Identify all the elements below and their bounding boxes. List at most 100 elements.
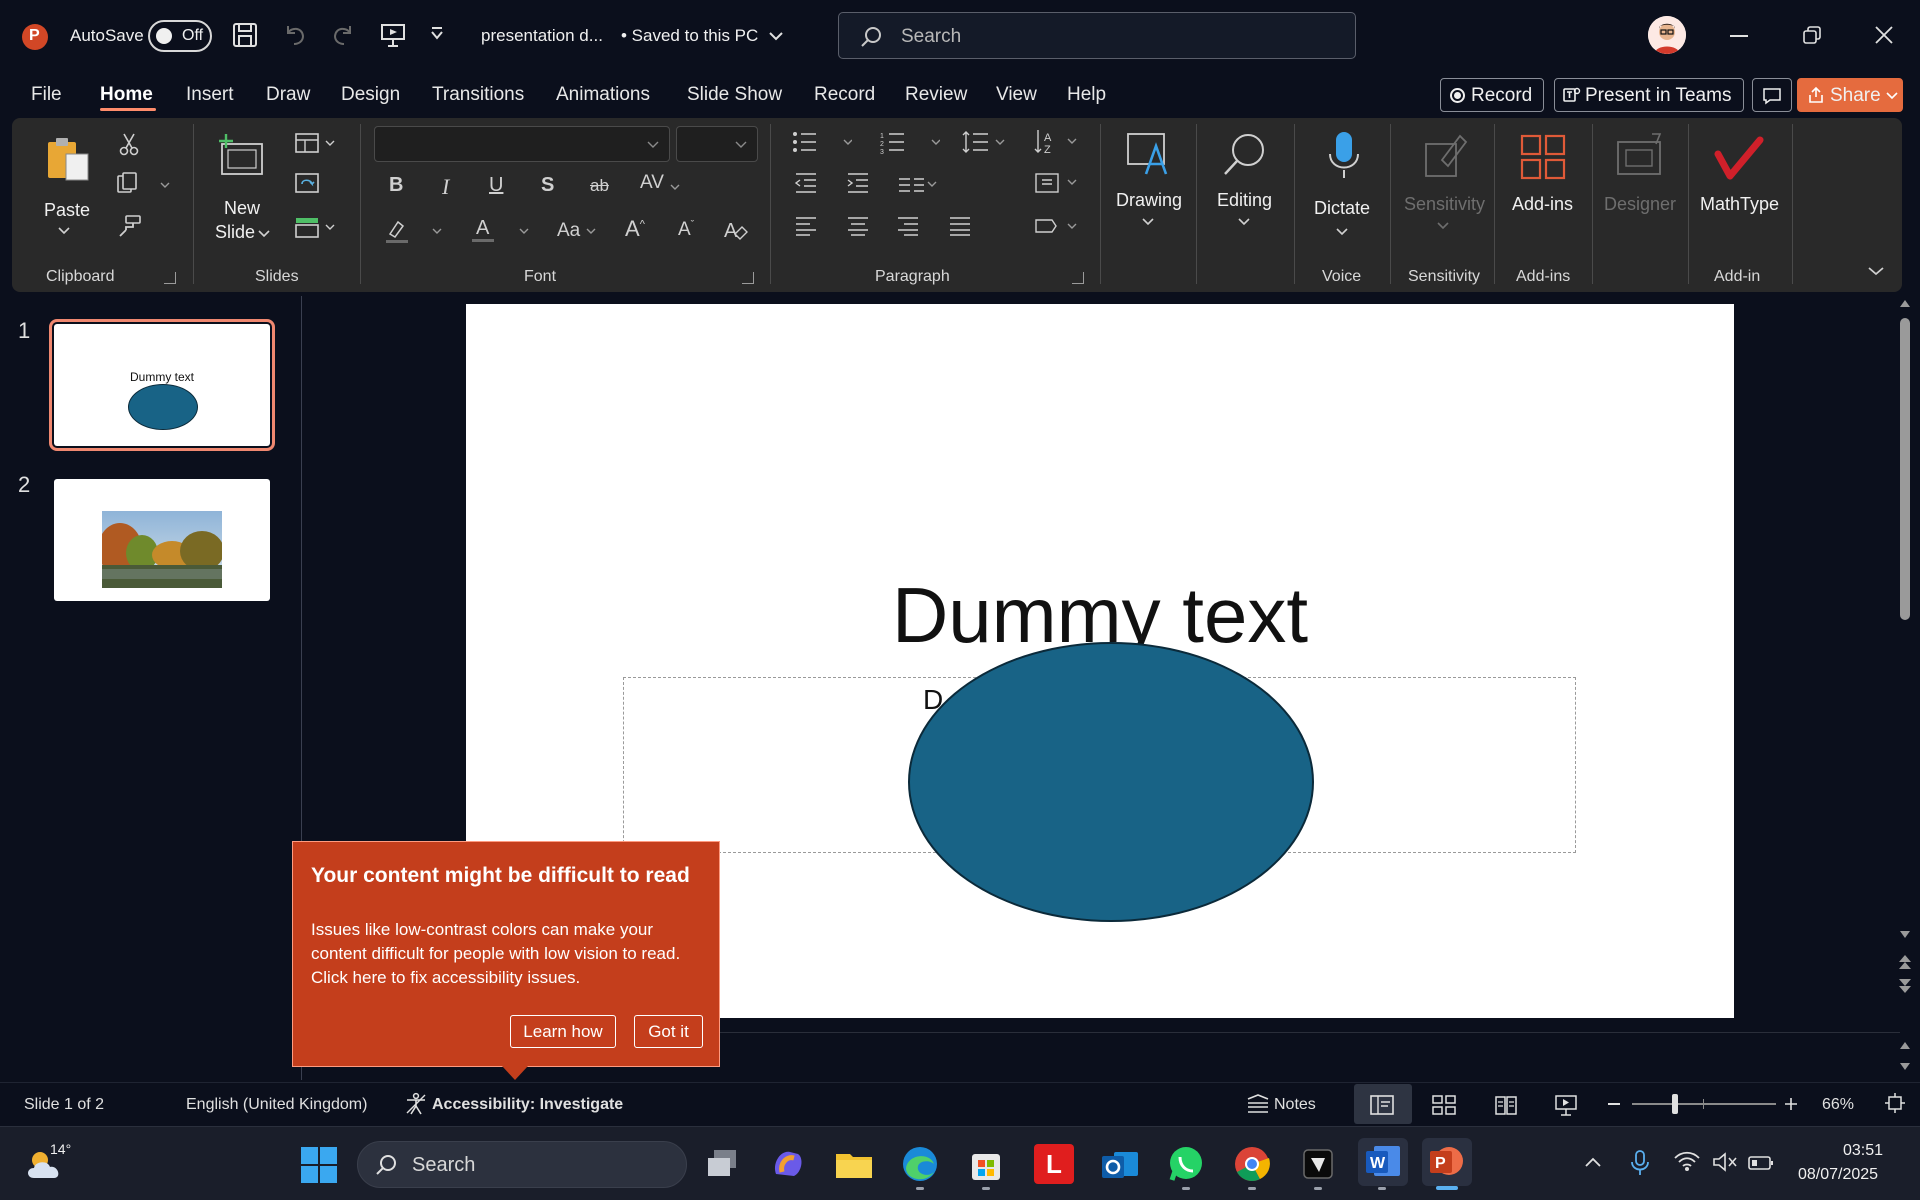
scroll-down-icon[interactable] <box>1899 1062 1911 1072</box>
taskbar-search[interactable]: Search <box>357 1141 687 1188</box>
highlight-icon[interactable] <box>384 216 410 244</box>
normal-view-icon[interactable] <box>1370 1094 1394 1116</box>
zoom-out-icon[interactable] <box>1608 1103 1620 1105</box>
edge-icon[interactable] <box>900 1144 940 1184</box>
columns-icon[interactable] <box>898 176 938 194</box>
chevron-down-icon[interactable] <box>519 228 529 235</box>
font-color-icon[interactable]: A <box>470 214 496 244</box>
layout-icon[interactable] <box>294 132 338 156</box>
task-view-icon[interactable] <box>704 1144 744 1184</box>
zoom-in-icon[interactable] <box>1784 1097 1798 1111</box>
slide-thumbnail-2[interactable] <box>54 479 270 601</box>
zoom-slider-track[interactable] <box>1632 1103 1776 1105</box>
justify-icon[interactable] <box>948 216 972 236</box>
paragraph-launcher-icon[interactable] <box>1072 272 1084 284</box>
tab-help[interactable]: Help <box>1067 84 1106 106</box>
tab-home[interactable]: Home <box>100 84 153 106</box>
redo-icon[interactable] <box>330 22 356 48</box>
slide-sorter-icon[interactable] <box>1432 1094 1456 1116</box>
copilot-icon[interactable] <box>768 1144 808 1184</box>
notes-icon[interactable] <box>1246 1094 1270 1114</box>
accessibility-popup[interactable]: Your content might be difficult to read … <box>292 841 720 1067</box>
windows-start-icon[interactable] <box>300 1146 338 1184</box>
align-right-icon[interactable] <box>896 216 920 236</box>
l-app-icon[interactable]: L <box>1034 1144 1074 1184</box>
chevron-down-icon[interactable] <box>670 184 680 191</box>
line-spacing-icon[interactable] <box>962 130 1006 154</box>
tab-transitions[interactable]: Transitions <box>432 84 524 106</box>
increase-indent-icon[interactable] <box>846 172 870 194</box>
scroll-down-icon[interactable] <box>1899 930 1911 940</box>
decrease-indent-icon[interactable] <box>794 172 818 194</box>
outlook-icon[interactable] <box>1100 1144 1140 1184</box>
editing-label[interactable]: Editing <box>1217 190 1272 211</box>
underline-icon[interactable]: U <box>489 174 503 197</box>
slideshow-view-icon[interactable] <box>1554 1094 1578 1116</box>
dictate-label[interactable]: Dictate <box>1314 198 1370 219</box>
chevron-down-icon[interactable] <box>58 227 70 235</box>
increase-font-icon[interactable]: A^ <box>625 216 645 242</box>
bullets-icon[interactable] <box>792 130 852 154</box>
format-painter-icon[interactable] <box>118 214 142 238</box>
scroll-up-icon[interactable] <box>1899 1040 1911 1050</box>
smartart-icon[interactable] <box>1034 216 1078 238</box>
microphone-icon[interactable] <box>1326 130 1362 182</box>
word-icon[interactable]: W <box>1358 1138 1408 1186</box>
language-indicator[interactable]: English (United Kingdom) <box>186 1096 367 1114</box>
cut-icon[interactable] <box>118 132 140 156</box>
close-icon[interactable] <box>1875 26 1893 44</box>
terminal-app-icon[interactable] <box>1298 1144 1338 1184</box>
clipboard-launcher-icon[interactable] <box>164 272 176 284</box>
section-icon[interactable] <box>294 216 338 240</box>
reset-slide-icon[interactable] <box>294 172 320 196</box>
undo-icon[interactable] <box>282 22 308 48</box>
scroll-up-icon[interactable] <box>1899 298 1911 308</box>
microphone-tray-icon[interactable] <box>1630 1150 1650 1176</box>
drawing-icon[interactable] <box>1124 130 1174 180</box>
copy-icon[interactable] <box>116 172 142 196</box>
font-size-combobox[interactable] <box>676 126 758 162</box>
minimize-icon[interactable] <box>1730 35 1748 37</box>
italic-icon[interactable]: I <box>442 174 449 200</box>
store-icon[interactable] <box>966 1144 1006 1184</box>
tab-review[interactable]: Review <box>905 84 967 106</box>
whatsapp-icon[interactable] <box>1166 1144 1206 1184</box>
fit-slide-icon[interactable] <box>1884 1092 1906 1114</box>
record-button[interactable]: Record <box>1440 78 1544 112</box>
chevron-down-icon[interactable] <box>1336 228 1348 236</box>
document-title[interactable]: presentation d... <box>481 26 603 46</box>
accessibility-status[interactable]: Accessibility: Investigate <box>432 1096 623 1114</box>
chevron-down-icon[interactable] <box>768 30 784 42</box>
slide-counter[interactable]: Slide 1 of 2 <box>24 1096 104 1114</box>
strikethrough-icon[interactable]: ab <box>590 176 609 196</box>
chevron-down-icon[interactable] <box>160 182 170 189</box>
chevron-down-icon[interactable] <box>1238 218 1250 226</box>
avatar[interactable] <box>1648 16 1686 54</box>
share-button[interactable]: Share <box>1797 78 1903 112</box>
tab-view[interactable]: View <box>996 84 1037 106</box>
popup-body[interactable]: Issues like low-contrast colors can make… <box>311 918 691 990</box>
zoom-slider-thumb[interactable] <box>1672 1094 1678 1114</box>
shadow-icon[interactable]: S <box>541 174 554 197</box>
wifi-icon[interactable] <box>1674 1150 1700 1172</box>
next-slide-icon[interactable] <box>1898 978 1912 994</box>
tab-slide-show[interactable]: Slide Show <box>687 84 782 106</box>
accessibility-icon[interactable] <box>404 1092 428 1116</box>
ellipse-shape[interactable] <box>908 642 1314 922</box>
vertical-scrollbar[interactable] <box>1900 318 1910 620</box>
chevron-down-icon[interactable] <box>586 228 596 235</box>
mathtype-label[interactable]: MathType <box>1700 194 1779 215</box>
decrease-font-icon[interactable]: Aˇ <box>678 219 694 241</box>
save-status[interactable]: • Saved to this PC <box>621 26 758 46</box>
new-slide-label-line2[interactable]: Slide <box>215 222 255 243</box>
autosave-toggle[interactable]: Off <box>148 20 212 52</box>
present-in-teams-button[interactable]: Present in Teams <box>1554 78 1744 112</box>
bold-icon[interactable]: B <box>389 174 403 197</box>
save-icon[interactable] <box>232 22 258 48</box>
paste-icon[interactable] <box>44 134 94 184</box>
chevron-down-icon[interactable] <box>432 228 442 235</box>
comments-button[interactable] <box>1752 78 1792 112</box>
volume-muted-icon[interactable] <box>1712 1152 1738 1172</box>
change-case-icon[interactable]: Aa <box>557 220 580 242</box>
tab-draw[interactable]: Draw <box>266 84 310 106</box>
